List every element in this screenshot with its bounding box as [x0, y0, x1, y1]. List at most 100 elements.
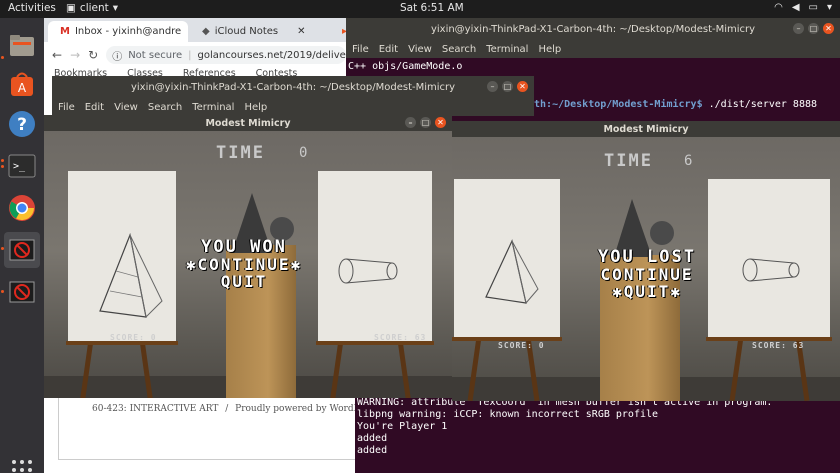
close-icon[interactable]: ✕ — [517, 81, 528, 92]
time-value: 6 — [684, 153, 693, 169]
menu-file[interactable]: File — [58, 102, 75, 113]
game-title: Modest Mimicry — [603, 123, 689, 135]
pyramid-sketch — [485, 239, 539, 305]
dock-software[interactable]: A — [4, 66, 40, 102]
volume-icon: ◀ — [791, 2, 800, 13]
chevron-down-icon: ▾ — [826, 2, 832, 13]
cylinder-sketch — [338, 258, 398, 284]
minimize-icon[interactable]: – — [405, 117, 416, 128]
close-tab-icon[interactable]: ✕ — [297, 26, 305, 37]
terminal-title: yixin@yixin-ThinkPad-X1-Carbon-4th: ~/De… — [430, 23, 756, 35]
terminal-title: yixin@yixin-ThinkPad-X1-Carbon-4th: ~/De… — [130, 81, 456, 93]
address-bar-row: ← → ↻ ⓘ Not secure | golancourses.net/20… — [44, 42, 364, 68]
terminal-menubar: File Edit View Search Terminal Help — [52, 98, 534, 116]
result-text: YOU LOST — [598, 247, 696, 267]
game-scene: TIME 0 SCORE: 0 SCORE: 63 YOU WON ✱CONTI… — [44, 131, 452, 398]
footer-course-link[interactable]: 60-423: INTERACTIVE ART — [92, 404, 218, 414]
game-titlebar[interactable]: Modest Mimicry — [452, 121, 840, 137]
menu-terminal[interactable]: Terminal — [192, 102, 234, 113]
reload-icon[interactable]: ↻ — [88, 48, 98, 62]
prompt-command: ./dist/server 8888 — [702, 99, 817, 110]
game-window-right: Modest Mimicry TIME 6 SCORE: 0 SCORE: 63… — [452, 121, 840, 401]
info-icon: ⓘ — [112, 51, 123, 63]
tab-strip: M Inbox - yixinh@andre ◆ iCloud Notes ✕ … — [44, 18, 364, 42]
maximize-icon[interactable]: □ — [502, 81, 513, 92]
tab-icloud-notes[interactable]: ◆ iCloud Notes ✕ — [190, 21, 330, 42]
terminal-icon: >_ — [8, 154, 36, 178]
tab-label: Inbox - yixinh@andre — [74, 26, 182, 37]
menu-search[interactable]: Search — [442, 44, 476, 55]
tab-label: iCloud Notes — [214, 26, 279, 37]
terminal-line: added — [357, 445, 388, 456]
game-window-left: Modest Mimicry – □ ✕ TIME 0 SCORE: 0 SCO… — [44, 115, 452, 398]
maximize-icon[interactable]: □ — [420, 117, 431, 128]
game-title: Modest Mimicry — [205, 117, 291, 129]
score-right: SCORE: 63 — [752, 341, 805, 350]
close-icon[interactable]: ✕ — [823, 23, 834, 34]
files-icon — [10, 35, 34, 56]
terminal-window-bottom: WARNING: attribute 'TexCoord' in mesh bu… — [355, 395, 840, 473]
app-menu[interactable]: ▣ client ▾ — [66, 2, 118, 14]
menu-help[interactable]: Help — [538, 44, 561, 55]
activities-button[interactable]: Activities — [8, 2, 56, 14]
menu-view[interactable]: View — [114, 102, 138, 113]
menu-edit[interactable]: Edit — [85, 102, 104, 113]
score-right: SCORE: 63 — [374, 333, 427, 342]
game-window-icon — [9, 239, 35, 261]
minimize-icon[interactable]: – — [487, 81, 498, 92]
running-indicator — [1, 56, 4, 59]
security-label: Not secure — [128, 49, 183, 61]
terminal-line: You're Player 1 — [357, 421, 448, 432]
menu-view[interactable]: View — [408, 44, 432, 55]
cylinder-sketch — [742, 258, 800, 282]
menu-file[interactable]: File — [352, 44, 369, 55]
menu-terminal[interactable]: Terminal — [486, 44, 528, 55]
terminal-line: C++ objs/GameMode.o — [348, 61, 463, 72]
dock-chrome[interactable] — [4, 190, 40, 226]
chrome-icon — [9, 195, 35, 221]
game-menu[interactable]: ✱CONTINUE✱ QUIT — [144, 256, 344, 290]
minimize-icon[interactable]: – — [793, 23, 804, 34]
menu-search[interactable]: Search — [148, 102, 182, 113]
show-applications-button[interactable] — [12, 460, 32, 473]
dock: A ? >_ — [0, 18, 44, 473]
terminal-menubar: File Edit View Search Terminal Help — [346, 40, 840, 58]
terminal-window-front: yixin@yixin-ThinkPad-X1-Carbon-4th: ~/De… — [52, 76, 534, 118]
software-center-icon: A — [11, 72, 33, 96]
dock-files[interactable] — [4, 28, 40, 64]
page-footer: 60-423: INTERACTIVE ART / Proudly powere… — [92, 404, 379, 414]
omnibox[interactable]: ⓘ Not secure | golancourses.net/2019/del… — [106, 46, 347, 64]
url-text: golancourses.net/2019/deliverables/ — [197, 49, 347, 61]
game-scene: TIME 6 SCORE: 0 SCORE: 63 YOU LOST CONTI… — [452, 137, 840, 401]
system-tray[interactable]: ◠ ◀ ▭ ▾ — [774, 2, 832, 13]
score-left: SCORE: 0 — [110, 333, 157, 342]
footer-separator: / — [225, 404, 229, 414]
url-separator: | — [188, 49, 192, 61]
apple-icon: ◆ — [202, 26, 210, 37]
svg-text:A: A — [18, 81, 27, 95]
battery-icon: ▭ — [808, 2, 818, 13]
terminal-titlebar[interactable]: yixin@yixin-ThinkPad-X1-Carbon-4th: ~/De… — [52, 76, 534, 98]
forward-icon[interactable]: → — [70, 48, 80, 62]
chevron-down-icon: ▾ — [112, 2, 119, 14]
maximize-icon[interactable]: □ — [808, 23, 819, 34]
tab-inbox[interactable]: M Inbox - yixinh@andre — [48, 21, 188, 42]
top-bar: Activities ▣ client ▾ Sat 6:51 AM ◠ ◀ ▭ … — [0, 0, 840, 18]
wifi-icon: ◠ — [774, 2, 783, 13]
terminal-line: added — [357, 433, 388, 444]
close-icon[interactable]: ✕ — [435, 117, 446, 128]
svg-text:>_: >_ — [13, 161, 26, 172]
terminal-titlebar[interactable]: yixin@yixin-ThinkPad-X1-Carbon-4th: ~/De… — [346, 18, 840, 40]
game-menu[interactable]: CONTINUE ✱QUIT✱ — [552, 266, 742, 300]
game-titlebar[interactable]: Modest Mimicry – □ ✕ — [44, 115, 452, 131]
app-menu-label: client — [79, 2, 109, 14]
dock-terminal[interactable]: >_ — [4, 148, 40, 184]
dock-help[interactable]: ? — [4, 106, 40, 142]
clock[interactable]: Sat 6:51 AM — [400, 2, 464, 14]
menu-edit[interactable]: Edit — [379, 44, 398, 55]
back-icon[interactable]: ← — [52, 48, 62, 62]
menu-help[interactable]: Help — [244, 102, 267, 113]
prompt-path: 4th:~/Desktop/Modest-Mimicry$ — [528, 99, 703, 110]
dock-game-1[interactable] — [4, 232, 40, 268]
dock-game-2[interactable] — [4, 274, 40, 310]
